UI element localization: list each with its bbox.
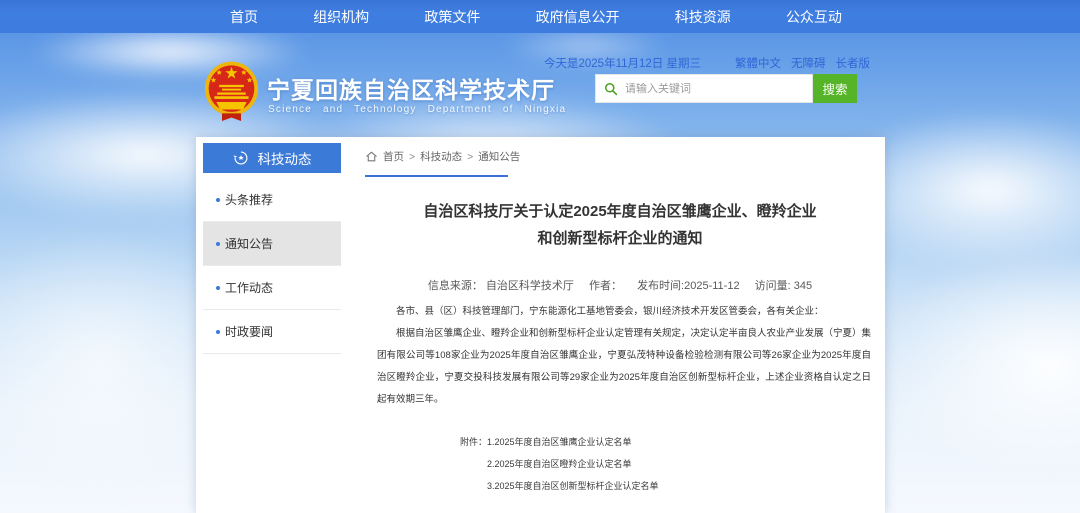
tech-news-star-icon (233, 150, 249, 166)
breadcrumb-separator: > (409, 151, 415, 163)
nav-item-tech-resources[interactable]: 科技资源 (675, 7, 731, 27)
sidebar-item-notices[interactable]: 通知公告 (203, 222, 341, 266)
national-emblem-logo (203, 60, 260, 123)
attachments-label: 附件： (460, 431, 487, 497)
article-title-line1: 自治区科技厅关于认定2025年度自治区雏鹰企业、瞪羚企业 (365, 198, 875, 225)
sidebar-title: 科技动态 (258, 148, 312, 168)
breadcrumb-tech-news[interactable]: 科技动态 (420, 149, 462, 164)
sidebar-header: 科技动态 (203, 143, 341, 173)
article-paragraph: 根据自治区雏鹰企业、瞪羚企业和创新型标杆企业认定管理有关规定，决定认定半亩良人农… (377, 323, 871, 411)
nav-item-home[interactable]: 首页 (230, 7, 258, 27)
search-box (595, 74, 813, 103)
sidebar-item-politics-news[interactable]: 时政要闻 (203, 310, 341, 354)
article-body: 各市、县（区）科技管理部门，宁东能源化工基地管委会，银川经济技术开发区管委会，各… (377, 301, 871, 411)
attachments-list: 1.2025年度自治区雏鹰企业认定名单 2.2025年度自治区瞪羚企业认定名单 … (487, 431, 659, 497)
breadcrumb-home[interactable]: 首页 (383, 149, 404, 164)
meta-source: 信息来源： 自治区科学技术厅 (428, 280, 574, 292)
search-button[interactable]: 搜索 (813, 74, 857, 103)
breadcrumb-notices[interactable]: 通知公告 (478, 149, 520, 164)
nav-item-gov-info[interactable]: 政府信息公开 (536, 7, 620, 27)
nav-item-public-interaction[interactable]: 公众互动 (786, 7, 842, 27)
site-title: 宁夏回族自治区科学技术厅 (267, 71, 555, 105)
sidebar-menu: 头条推荐 通知公告 工作动态 时政要闻 (203, 178, 341, 354)
meta-author: 作者： (589, 280, 622, 292)
meta-visits: 访问量: 345 (755, 280, 812, 292)
nav-item-policy[interactable]: 政策文件 (424, 7, 480, 27)
main-content-card: 科技动态 头条推荐 通知公告 工作动态 时政要闻 首页 > 科技动态 > 通知公… (196, 137, 885, 513)
header-utility-row: 今天是2025年11月12日 星期三 繁體中文 无障碍 长者版 (544, 55, 870, 71)
sidebar-item-headlines[interactable]: 头条推荐 (203, 178, 341, 222)
attachment-link-gazelle-list[interactable]: 2.2025年度自治区瞪羚企业认定名单 (487, 453, 659, 475)
attachment-link-eagle-list[interactable]: 1.2025年度自治区雏鹰企业认定名单 (487, 431, 659, 453)
attachments-block: 附件： 1.2025年度自治区雏鹰企业认定名单 2.2025年度自治区瞪羚企业认… (460, 431, 659, 497)
link-accessibility[interactable]: 无障碍 (791, 55, 826, 71)
today-date-text: 今天是2025年11月12日 星期三 (544, 55, 701, 71)
nav-item-organization[interactable]: 组织机构 (313, 7, 369, 27)
breadcrumb: 首页 > 科技动态 > 通知公告 (365, 149, 520, 164)
search-input[interactable] (625, 83, 800, 95)
home-icon (365, 150, 378, 163)
sidebar: 科技动态 头条推荐 通知公告 工作动态 时政要闻 (203, 143, 341, 354)
site-subtitle: Science and Technology Department of Nin… (268, 104, 566, 115)
breadcrumb-separator: > (467, 151, 473, 163)
top-nav-bar: 首页 组织机构 政策文件 政府信息公开 科技资源 公众互动 (0, 0, 1080, 33)
site-header: 宁夏回族自治区科学技术厅 Science and Technology Depa… (0, 33, 1080, 137)
article-paragraph: 各市、县（区）科技管理部门，宁东能源化工基地管委会，银川经济技术开发区管委会，各… (377, 301, 871, 323)
meta-publish-date: 发布时间:2025-11-12 (637, 280, 740, 292)
sidebar-item-work-news[interactable]: 工作动态 (203, 266, 341, 310)
link-elder-version[interactable]: 长者版 (836, 55, 871, 71)
breadcrumb-underline (365, 175, 508, 177)
search-bar: 搜索 (595, 74, 857, 103)
link-traditional-chinese[interactable]: 繁體中文 (735, 55, 781, 71)
top-nav-items: 首页 组织机构 政策文件 政府信息公开 科技资源 公众互动 (230, 0, 842, 33)
article-meta: 信息来源： 自治区科学技术厅 作者： 发布时间:2025-11-12 访问量: … (365, 277, 875, 293)
search-icon (604, 82, 618, 96)
article-title: 自治区科技厅关于认定2025年度自治区雏鹰企业、瞪羚企业 和创新型标杆企业的通知 (365, 198, 875, 252)
attachment-link-benchmark-list[interactable]: 3.2025年度自治区创新型标杆企业认定名单 (487, 475, 659, 497)
cloud-decoration (870, 250, 1080, 480)
article-title-line2: 和创新型标杆企业的通知 (365, 225, 875, 252)
